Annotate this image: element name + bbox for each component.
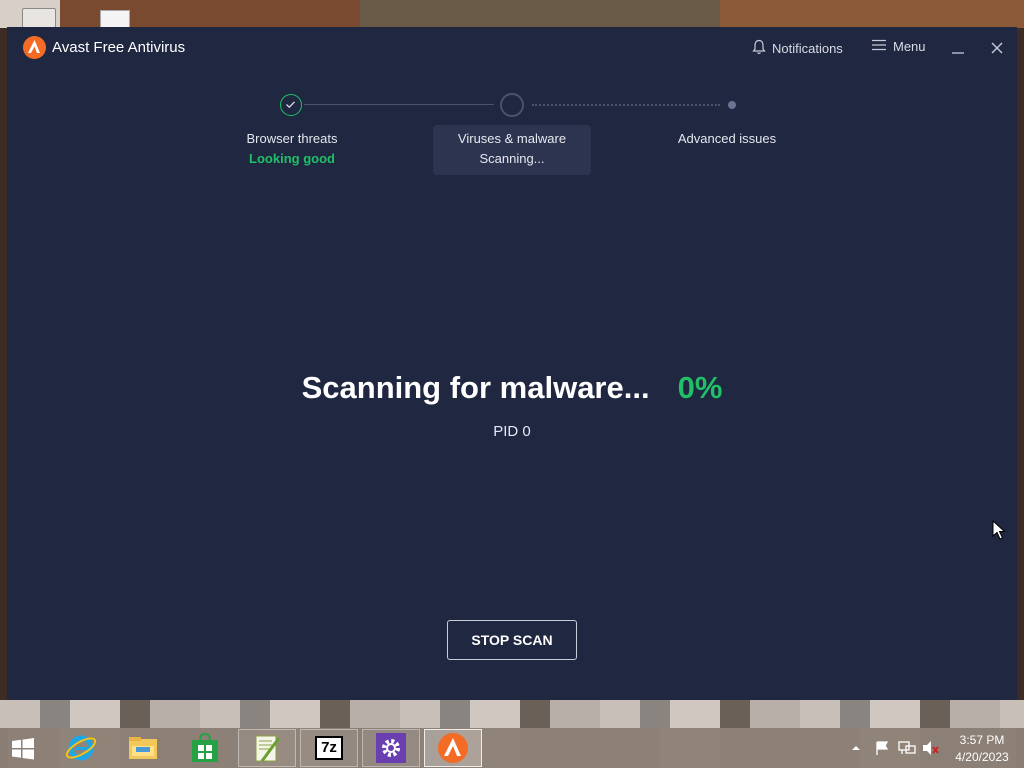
taskbar-notepad-plus-plus[interactable] — [238, 729, 296, 767]
step-title: Viruses & malware — [457, 131, 567, 146]
mouse-pointer-icon — [992, 520, 1006, 540]
app-title: Avast Free Antivirus — [52, 39, 186, 56]
title-bar: Avast Free Antivirus Notifications Menu — [7, 27, 1017, 69]
store-icon — [192, 732, 218, 762]
taskbar-file-explorer[interactable] — [114, 729, 172, 767]
scan-heading: Scanning for malware... 0% — [7, 370, 1017, 406]
step-advanced-issues: Advanced issues — [662, 129, 792, 149]
notifications-label: Notifications — [772, 41, 843, 56]
menu-button[interactable]: Menu — [872, 39, 926, 54]
taskbar-store[interactable] — [176, 729, 234, 767]
taskbar: 7z — [0, 728, 1024, 768]
step-viruses-malware: Viruses & malware Scanning... — [433, 125, 591, 175]
action-center-flag-icon[interactable] — [874, 740, 892, 756]
step-connector-pending — [532, 104, 720, 106]
scan-detail: PID 0 — [493, 423, 531, 440]
taskbar-avast[interactable] — [424, 729, 482, 767]
network-icon[interactable] — [898, 740, 916, 756]
clock-time: 3:57 PM — [959, 733, 1005, 747]
show-hidden-icons-chevron-icon[interactable] — [850, 742, 862, 754]
step-pending-indicator — [728, 101, 736, 109]
desktop-wallpaper-bottom — [0, 700, 1024, 728]
stop-scan-button[interactable]: STOP SCAN — [447, 620, 577, 660]
hamburger-icon — [872, 39, 886, 54]
7zip-icon: 7z — [315, 736, 343, 760]
taskbar-7zip[interactable]: 7z — [300, 729, 358, 767]
scan-title: Scanning for malware... — [301, 370, 650, 405]
notifications-button[interactable]: Notifications — [752, 39, 843, 58]
avast-logo-icon — [23, 36, 46, 59]
step-connector-completed — [304, 104, 494, 105]
step-active-indicator — [500, 93, 524, 117]
settings-icon — [376, 733, 406, 763]
step-status: Looking good — [249, 151, 335, 166]
file-explorer-icon — [129, 737, 157, 759]
avast-icon — [438, 733, 468, 763]
volume-muted-icon[interactable] — [922, 740, 940, 756]
step-title: Advanced issues — [677, 131, 777, 146]
notepad-plus-plus-icon — [255, 735, 281, 762]
start-button[interactable] — [6, 734, 40, 764]
desktop-wallpaper-top — [0, 0, 1024, 28]
taskbar-clock[interactable]: 3:57 PM 4/20/2023 — [948, 732, 1016, 766]
7zip-label: 7z — [321, 739, 337, 756]
avast-window: Avast Free Antivirus Notifications Menu … — [7, 27, 1017, 700]
step-done-indicator — [280, 94, 302, 116]
windows-logo-icon — [12, 738, 34, 760]
step-browser-threats: Browser threats Looking good — [232, 129, 352, 169]
checkmark-icon — [286, 101, 295, 109]
internet-explorer-icon — [65, 735, 97, 761]
minimize-button[interactable] — [947, 37, 969, 59]
taskbar-internet-explorer[interactable] — [52, 729, 110, 767]
menu-label: Menu — [893, 39, 926, 54]
scan-percent: 0% — [677, 370, 723, 405]
step-title: Browser threats — [246, 131, 338, 146]
close-button[interactable] — [986, 37, 1008, 59]
step-status: Scanning... — [479, 151, 545, 166]
taskbar-settings[interactable] — [362, 729, 420, 767]
clock-date: 4/20/2023 — [955, 750, 1009, 764]
close-icon — [991, 42, 1003, 54]
bell-icon — [752, 39, 766, 58]
